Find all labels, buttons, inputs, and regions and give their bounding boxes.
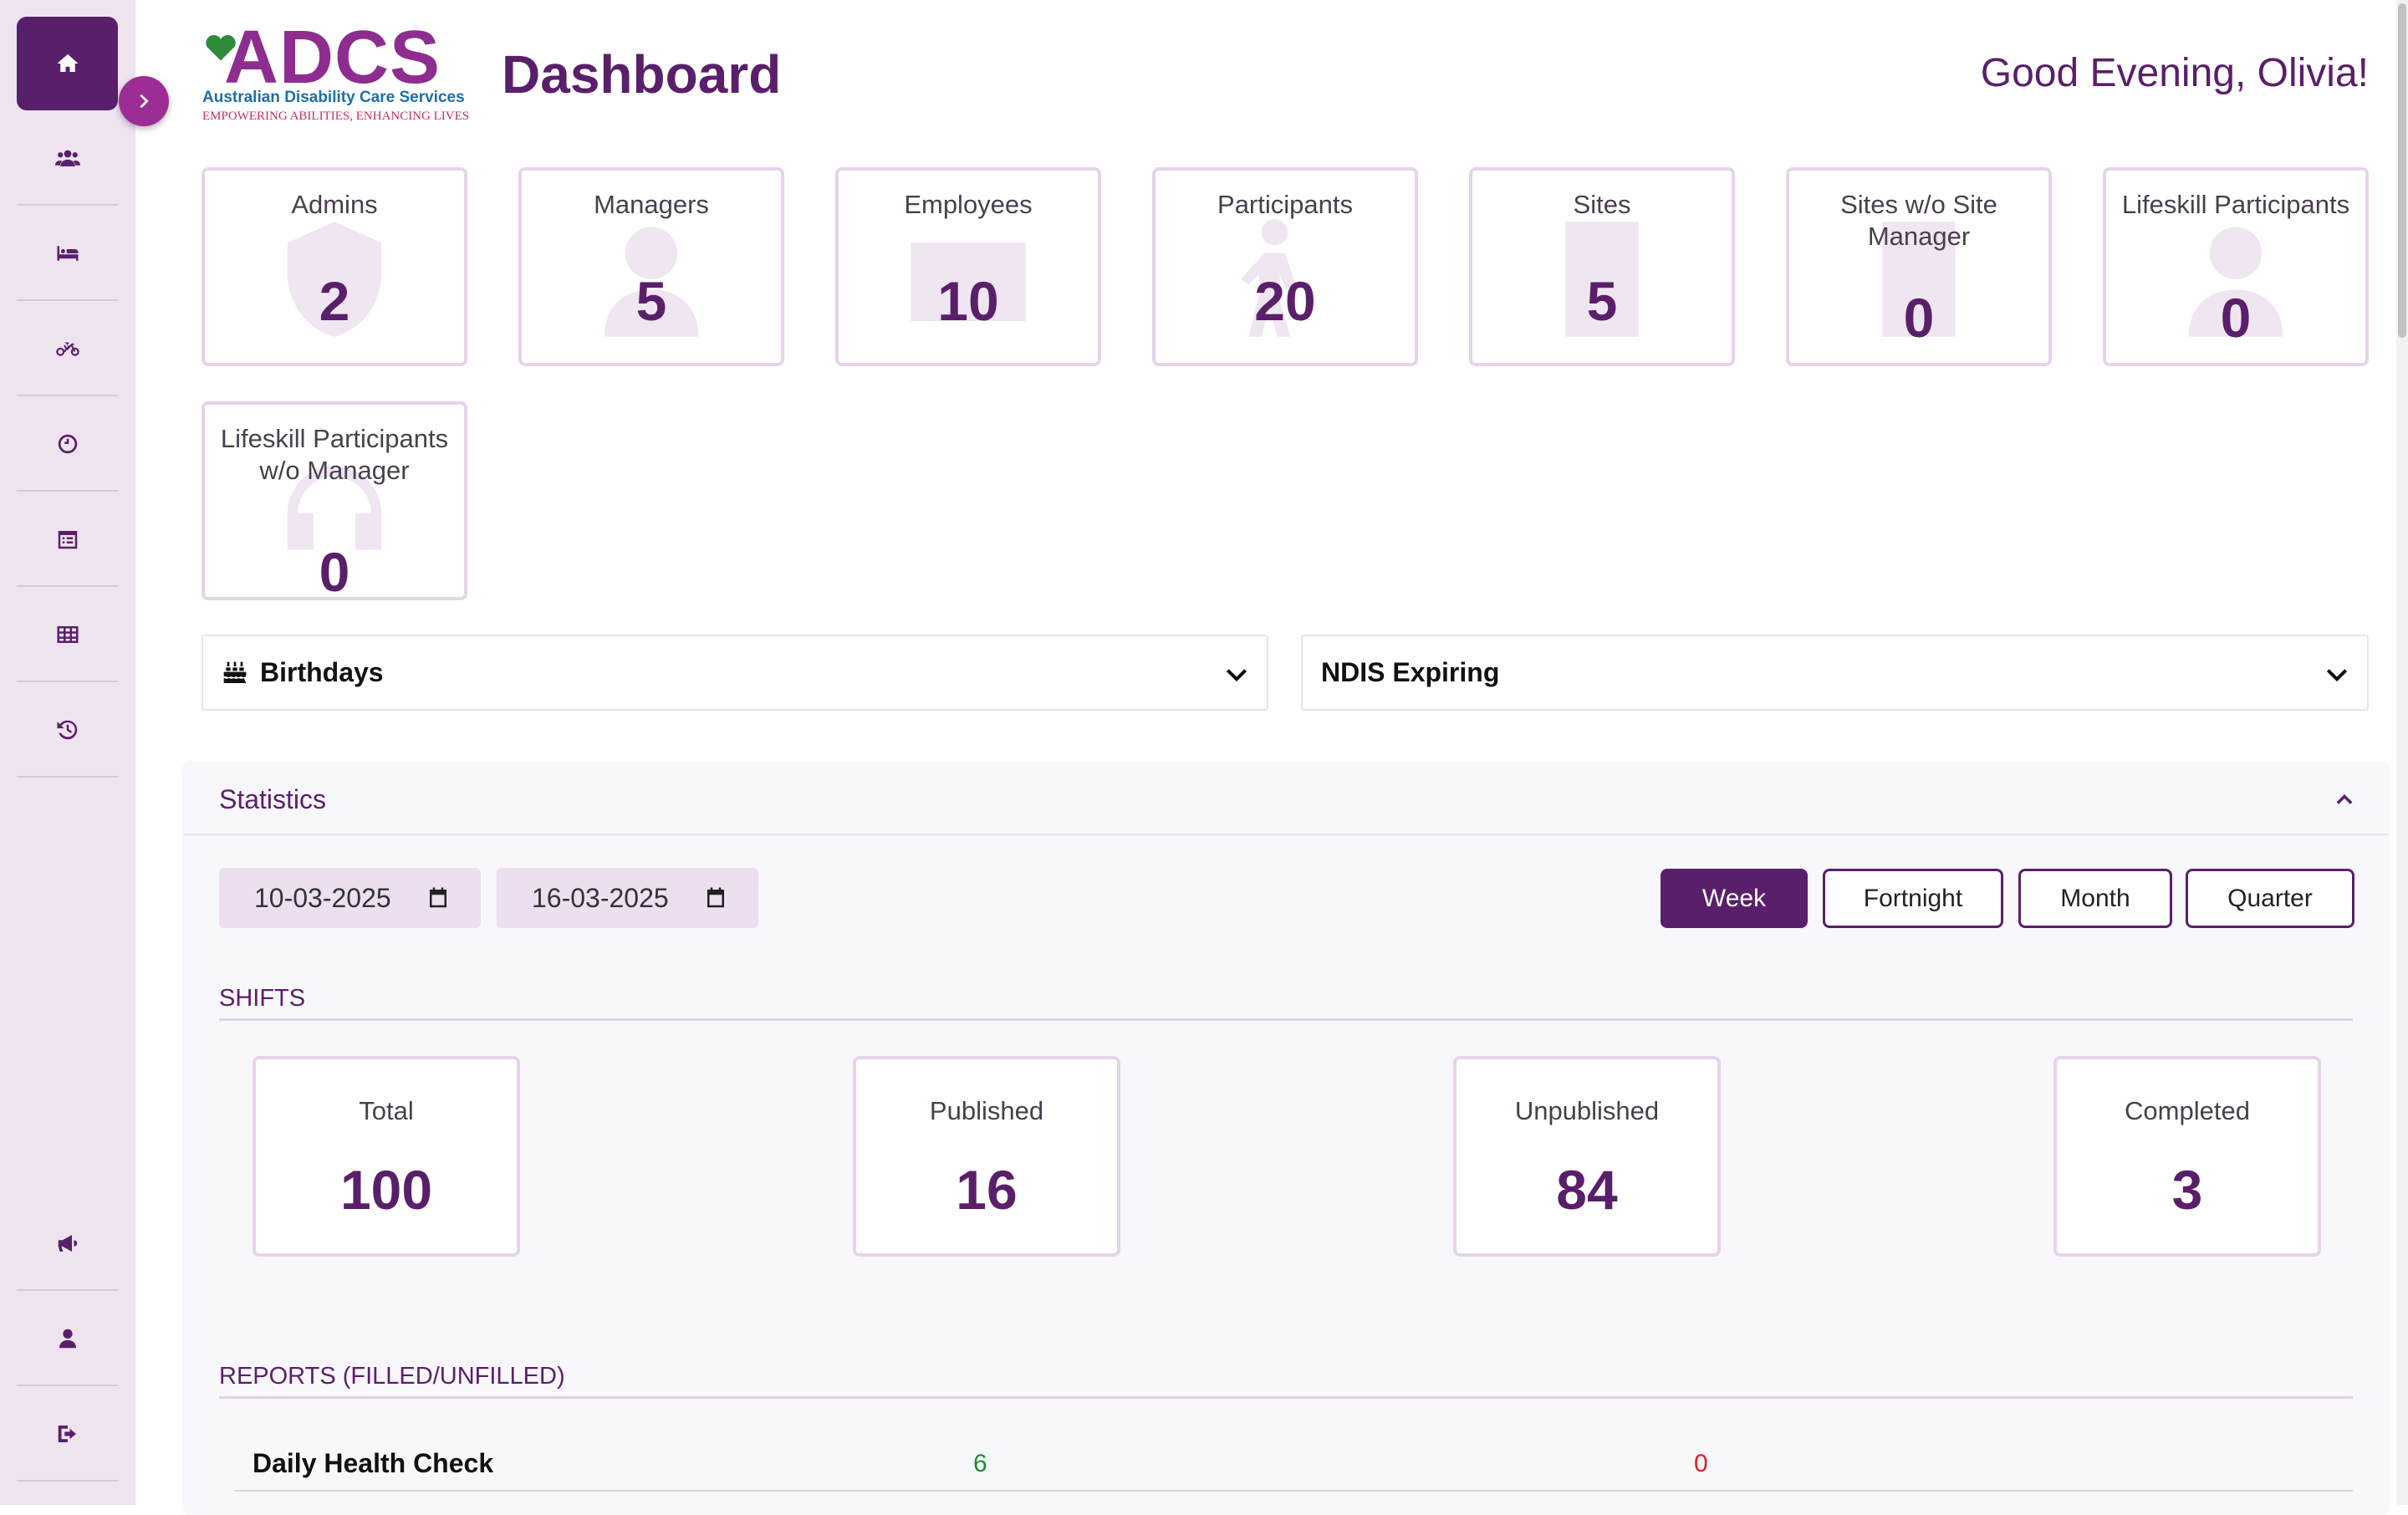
chevron-up-icon [2336,794,2353,804]
logo[interactable]: ADCS Australian Disability Care Services… [199,16,469,129]
stat-card-sites[interactable]: Sites 5 [1469,167,1735,366]
stat-card-lifeskill-participants[interactable]: Lifeskill Participants 0 [2103,167,2369,366]
stat-card-participants[interactable]: Participants 20 [1152,167,1418,366]
date-to-input[interactable]: 16-03-2025 [497,868,758,928]
sidebar-item-home[interactable] [17,17,118,110]
stat-card-label: Managers [594,190,709,219]
birthdays-title: Birthdays [260,657,384,687]
report-unfilled-count: 0 [1694,1450,1708,1477]
shift-card-value: 3 [2171,1159,2203,1221]
sidebar-item-timesheets[interactable] [17,398,118,492]
statistics-header[interactable]: Statistics [184,763,2388,835]
sidebar-item-reports[interactable] [17,589,118,682]
megaphone-icon [58,1235,77,1252]
logout-icon [58,1426,76,1442]
stat-card-label: Admins [291,190,378,219]
clock-icon [58,434,77,454]
sidebar-toggle-button[interactable] [119,76,169,126]
users-icon [54,150,80,166]
divider [219,1018,2353,1021]
shift-card-value: 84 [1556,1159,1618,1221]
calendar-list-icon [58,531,77,549]
stat-card-label: Sites w/o Site Manager [1840,190,1997,251]
range-month-button[interactable]: Month [2018,869,2172,928]
logo-subtitle: Australian Disability Care Services [202,89,465,106]
date-from-input[interactable]: 10-03-2025 [219,868,481,928]
home-icon [57,54,78,72]
report-row[interactable]: Daily Health Check 6 0 [234,1431,2353,1492]
sidebar-item-profile[interactable] [17,1293,118,1386]
shifts-section-label: SHIFTS [219,985,306,1012]
report-filled-count: 6 [973,1450,987,1477]
ndis-expiring-accordion[interactable]: NDIS Expiring [1301,635,2369,711]
stat-card-admins[interactable]: Admins 2 [202,167,467,366]
shift-card-value: 100 [339,1159,433,1221]
stat-card-value: 20 [1254,270,1316,332]
sidebar-item-history[interactable] [17,684,118,778]
stat-card-employees[interactable]: Employees 10 [835,167,1101,366]
chevron-down-icon [2326,669,2348,682]
statistics-title: Statistics [219,784,327,814]
divider [219,1396,2353,1399]
stat-card-value: 0 [2220,287,2252,349]
calendar-icon[interactable] [703,885,728,911]
stat-card-value: 0 [1903,287,1935,349]
reports-section-label: REPORTS (FILLED/UNFILLED) [219,1363,565,1390]
stat-card-sites-without-manager[interactable]: Sites w/o Site Manager 0 [1786,167,2052,366]
shift-card-label: Unpublished [1514,1096,1660,1125]
stat-card-label: Employees [904,190,1033,219]
report-name: Daily Health Check [253,1448,494,1478]
stat-card-label: Lifeskill Participants [2121,190,2350,219]
bicycle-icon [55,342,79,356]
table-icon [57,626,78,643]
bed-icon [57,246,78,261]
sidebar-item-rosters[interactable] [17,493,118,587]
sidebar-item-users[interactable] [17,112,118,206]
shift-card-label: Completed [2125,1096,2250,1125]
stat-card-value: 2 [319,270,350,332]
stat-card-label: Lifeskill Participants w/o Manager [220,424,449,485]
scrollbar[interactable] [2396,0,2408,1505]
sidebar-item-announcements[interactable] [17,1197,118,1291]
statistics-panel: Statistics 10-03-2025 16-03-2025 Week Fo… [184,763,2388,1515]
shift-card-label: Total [359,1096,414,1125]
range-quarter-button[interactable]: Quarter [2186,869,2354,928]
stat-card-lifeskill-without-manager[interactable]: Lifeskill Participants w/o Manager 0 [202,401,467,600]
shift-card-total[interactable]: Total 100 [253,1056,520,1257]
scrollbar-thumb[interactable] [2398,3,2406,338]
shift-card-unpublished[interactable]: Unpublished 84 [1453,1056,1721,1257]
logo-text: ADCS [224,16,441,99]
stat-card-managers[interactable]: Managers 5 [518,167,784,366]
shift-card-label: Published [929,1096,1044,1125]
shift-card-value: 16 [956,1159,1018,1221]
sidebar-item-accommodation[interactable] [17,207,118,301]
sidebar-item-logout[interactable] [17,1388,118,1482]
range-week-button[interactable]: Week [1661,869,1808,928]
stat-card-label: Sites [1573,190,1631,219]
history-icon [57,720,77,740]
user-icon [59,1329,76,1349]
sidebar [0,0,135,1505]
shift-card-published[interactable]: Published 16 [853,1056,1120,1257]
chevron-right-icon [140,94,149,109]
shift-card-completed[interactable]: Completed 3 [2053,1056,2321,1257]
stat-card-value: 5 [635,270,667,332]
chevron-down-icon [1226,669,1247,682]
page-title: Dashboard [502,44,782,105]
stat-card-label: Participants [1217,190,1353,219]
stat-card-value: 0 [319,541,350,600]
range-fortnight-button[interactable]: Fortnight [1823,869,2003,928]
greeting: Good Evening, Olivia! [1980,51,2369,95]
birthdays-accordion[interactable]: Birthdays [202,635,1268,711]
stat-card-value: 10 [937,270,999,332]
birthday-cake-icon [223,661,247,683]
calendar-icon[interactable] [426,885,451,911]
date-to-value: 16-03-2025 [532,882,669,913]
ndis-expiring-title: NDIS Expiring [1321,657,1500,687]
stat-card-value: 5 [1586,270,1618,332]
sidebar-item-activities[interactable] [17,303,118,396]
date-from-value: 10-03-2025 [254,882,391,913]
logo-tagline: EMPOWERING ABILITIES, ENHANCING LIVES [202,110,470,123]
